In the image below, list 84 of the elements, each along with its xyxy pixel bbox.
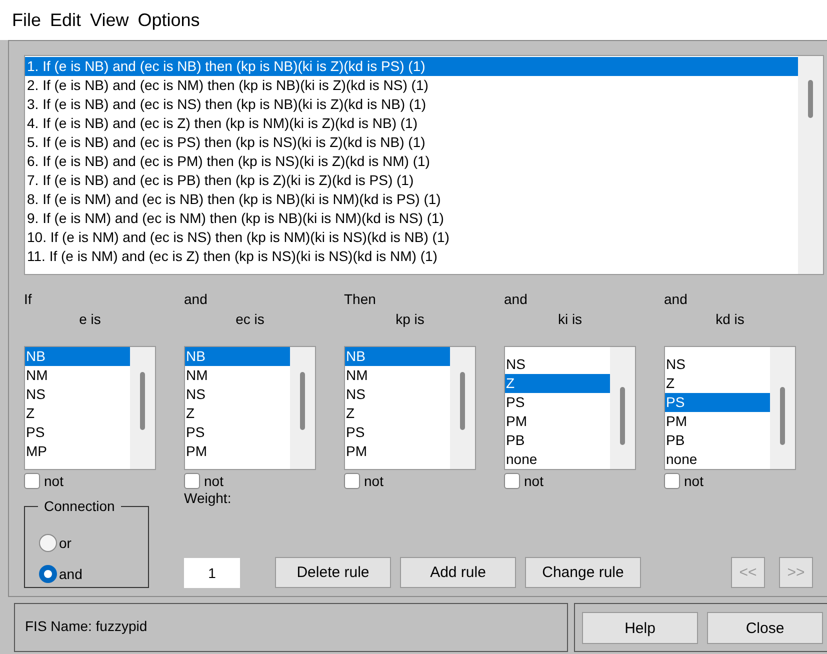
rule-item[interactable]: 10. If (e is NM) and (ec is NS) then (kp is NM)(ki is NS)(kd is NB) (1) <box>25 228 798 247</box>
term-item[interactable]: NB <box>25 347 130 366</box>
not-checkbox[interactable] <box>24 473 40 489</box>
checkbox-label: not <box>524 473 544 489</box>
checkbox-label: not <box>364 473 384 489</box>
weight-label: Weight: <box>184 490 232 506</box>
rule-item[interactable]: 5. If (e is NB) and (ec is PS) then (kp is NS)(ki is Z)(kd is NB) (1) <box>25 133 798 152</box>
term-item[interactable]: PS <box>185 423 290 442</box>
not-checkbox[interactable] <box>504 473 520 489</box>
variable-label: ki is <box>556 310 584 329</box>
not-checkbox[interactable] <box>344 473 360 489</box>
term-item[interactable]: NS <box>185 385 290 404</box>
rule-item[interactable]: 8. If (e is NM) and (ec is NB) then (kp is NB)(ki is NM)(kd is PS) (1) <box>25 190 798 209</box>
column-heading: and <box>184 290 208 309</box>
rule-button[interactable]: Delete rule <box>275 557 391 588</box>
radio-label: or <box>59 534 72 550</box>
term-item[interactable]: NM <box>25 366 130 385</box>
weight-field[interactable]: 1 <box>184 558 240 588</box>
rule-item[interactable]: 4. If (e is NB) and (ec is Z) then (kp is NM)(ki is Z)(kd is NB) (1) <box>25 114 798 133</box>
term-item[interactable]: PM <box>505 412 610 431</box>
scrollbar[interactable] <box>290 347 315 469</box>
term-item[interactable]: Z <box>505 374 610 393</box>
menu-item[interactable]: File <box>12 10 42 30</box>
term-item[interactable]: PS <box>665 393 770 412</box>
term-item[interactable]: NB <box>185 347 290 366</box>
term-item[interactable]: Z <box>25 404 130 423</box>
term-item[interactable]: NM <box>185 366 290 385</box>
scrollbar[interactable] <box>450 347 475 469</box>
term-item[interactable]: NS <box>505 355 610 374</box>
term-item[interactable]: NS <box>25 385 130 404</box>
term-item[interactable]: NS <box>345 385 450 404</box>
checkbox-label: not <box>204 473 224 489</box>
term-item[interactable]: NS <box>665 355 770 374</box>
term-item[interactable]: PB <box>505 431 610 450</box>
variable-label: kd is <box>714 310 746 329</box>
term-item[interactable]: Z <box>185 404 290 423</box>
rule-button[interactable]: Change rule <box>525 557 641 588</box>
menu-item[interactable]: View <box>90 10 129 30</box>
variable-label: ec is <box>234 310 266 329</box>
rule-button[interactable]: Add rule <box>400 557 516 588</box>
term-item[interactable]: Z <box>665 374 770 393</box>
column-heading: and <box>504 290 528 309</box>
term-item[interactable]: PM <box>665 412 770 431</box>
checkbox-label: not <box>684 473 704 489</box>
term-item[interactable]: NB <box>345 347 450 366</box>
term-item[interactable]: NM <box>345 366 450 385</box>
dialog-button[interactable]: Help <box>582 612 698 644</box>
term-item[interactable]: PB <box>665 431 770 450</box>
not-checkbox[interactable] <box>664 473 680 489</box>
radio-button[interactable] <box>39 534 57 552</box>
term-item[interactable]: PS <box>25 423 130 442</box>
rule-item[interactable]: 11. If (e is NM) and (ec is Z) then (kp is NS)(ki is NS)(kd is NM) (1) <box>25 247 798 266</box>
scrollbar[interactable] <box>130 347 155 469</box>
rule-item[interactable]: 1. If (e is NB) and (ec is NB) then (kp is NB)(ki is Z)(kd is PS) (1) <box>25 57 798 76</box>
column-heading: If <box>24 290 32 309</box>
group-title: Connection <box>38 498 121 514</box>
menu-item[interactable]: Options <box>138 10 200 30</box>
column-heading: Then <box>344 290 376 309</box>
term-item[interactable]: PM <box>185 442 290 461</box>
term-item[interactable]: none <box>505 450 610 469</box>
rule-item[interactable]: 9. If (e is NM) and (ec is NM) then (kp is NB)(ki is NM)(kd is NS) (1) <box>25 209 798 228</box>
rule-item[interactable]: 3. If (e is NB) and (ec is NS) then (kp is NB)(ki is Z)(kd is NB) (1) <box>25 95 798 114</box>
radio-button[interactable] <box>39 564 57 582</box>
term-item[interactable]: none <box>665 450 770 469</box>
term-item[interactable]: PS <box>505 393 610 412</box>
term-item[interactable]: PS <box>345 423 450 442</box>
term-item[interactable]: MP <box>25 442 130 461</box>
column-heading: and <box>664 290 688 309</box>
not-checkbox[interactable] <box>184 473 200 489</box>
scrollbar[interactable] <box>798 56 823 274</box>
rule-item[interactable]: 6. If (e is NB) and (ec is PM) then (kp is NS)(ki is Z)(kd is NM) (1) <box>25 152 798 171</box>
dialog-button[interactable]: Close <box>707 612 823 644</box>
term-item[interactable]: PM <box>345 442 450 461</box>
variable-label: kp is <box>394 310 426 329</box>
scrollbar[interactable] <box>770 347 795 469</box>
menu-item[interactable]: Edit <box>50 10 82 30</box>
variable-label: e is <box>78 310 102 329</box>
term-item[interactable]: Z <box>345 404 450 423</box>
rule-item[interactable]: 7. If (e is NB) and (ec is PB) then (kp is Z)(ki is Z)(kd is PS) (1) <box>25 171 798 190</box>
checkbox-label: not <box>44 473 64 489</box>
scrollbar[interactable] <box>610 347 635 469</box>
rule-item[interactable]: 2. If (e is NB) and (ec is NM) then (kp is NB)(ki is Z)(kd is NS) (1) <box>25 76 798 95</box>
status-text: FIS Name: fuzzypid <box>25 618 148 634</box>
radio-label: and <box>59 566 82 582</box>
